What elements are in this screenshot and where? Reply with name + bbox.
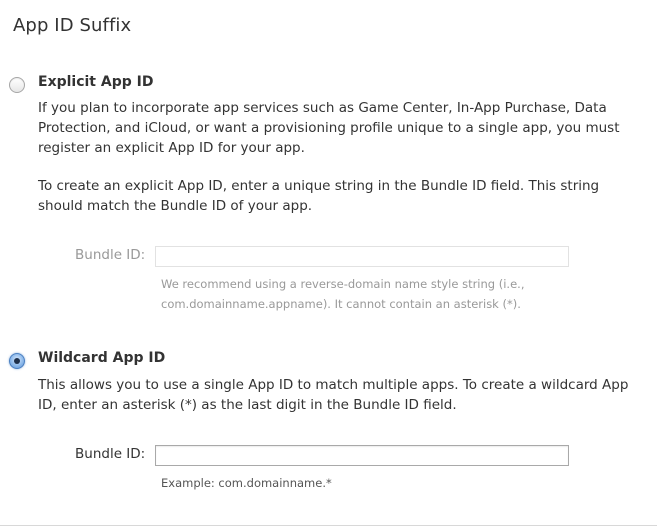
wildcard-bundle-id-label: Bundle ID:: [75, 446, 146, 462]
wildcard-bundle-id-hint: Example: com.domainname.*: [161, 476, 332, 490]
bottom-divider: [0, 525, 657, 526]
app-id-suffix-panel: App ID Suffix Explicit App ID If you pla…: [0, 0, 657, 529]
wildcard-app-id-radio[interactable]: [9, 353, 25, 369]
section-title: App ID Suffix: [13, 15, 132, 36]
explicit-bundle-id-hint: We recommend using a reverse-domain name…: [161, 277, 525, 311]
explicit-app-id-description: If you plan to incorporate app services …: [38, 100, 620, 156]
wildcard-app-id-description: This allows you to use a single App ID t…: [38, 377, 629, 413]
explicit-app-id-title[interactable]: Explicit App ID: [38, 74, 153, 90]
explicit-bundle-id-label: Bundle ID:: [75, 247, 146, 263]
wildcard-bundle-id-input[interactable]: [155, 445, 569, 466]
explicit-bundle-id-input[interactable]: [155, 246, 569, 267]
wildcard-app-id-title[interactable]: Wildcard App ID: [38, 350, 165, 366]
explicit-app-id-instructions: To create an explicit App ID, enter a un…: [38, 178, 600, 214]
explicit-app-id-radio[interactable]: [9, 77, 25, 93]
radio-selected-dot: [14, 358, 20, 364]
